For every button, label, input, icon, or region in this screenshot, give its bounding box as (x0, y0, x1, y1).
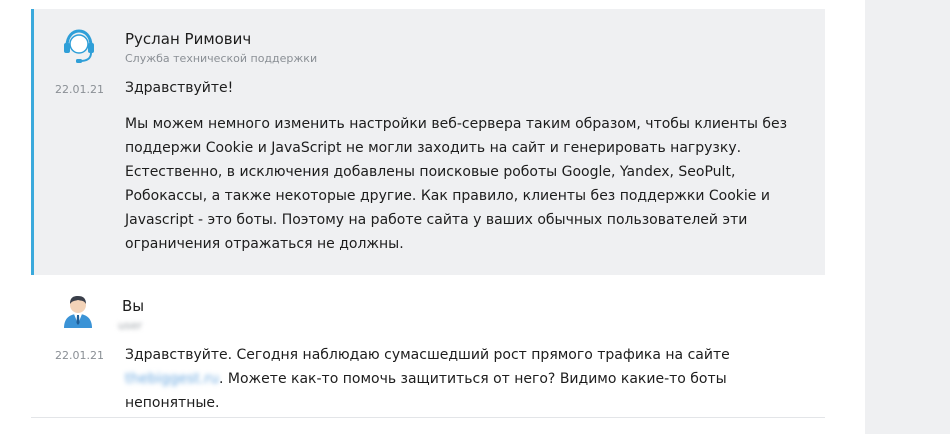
user-businessman-icon (61, 292, 95, 328)
message-paragraph: Здравствуйте! (125, 80, 234, 96)
message-date: 22.01.21 (55, 83, 104, 96)
message-body: Здравствуйте. Сегодня наблюдаю сумасшедш… (125, 343, 805, 415)
author-name: Вы (122, 297, 145, 315)
right-sidebar-panel (865, 0, 950, 434)
author-role: user (118, 319, 142, 332)
message-paragraph: Мы можем немного изменить настройки веб-… (125, 116, 788, 252)
message-text: Здравствуйте. Сегодня наблюдаю сумасшедш… (125, 347, 730, 363)
message-body: Здравствуйте! Мы можем немного изменить … (125, 76, 805, 268)
author-name: Руслан Римович (125, 30, 252, 48)
message-date: 22.01.21 (55, 349, 104, 362)
headset-support-icon (62, 28, 96, 64)
message-divider (31, 417, 825, 418)
author-role: Служба технической поддержки (125, 52, 318, 65)
site-link[interactable]: thebiggest.ru (125, 371, 219, 387)
